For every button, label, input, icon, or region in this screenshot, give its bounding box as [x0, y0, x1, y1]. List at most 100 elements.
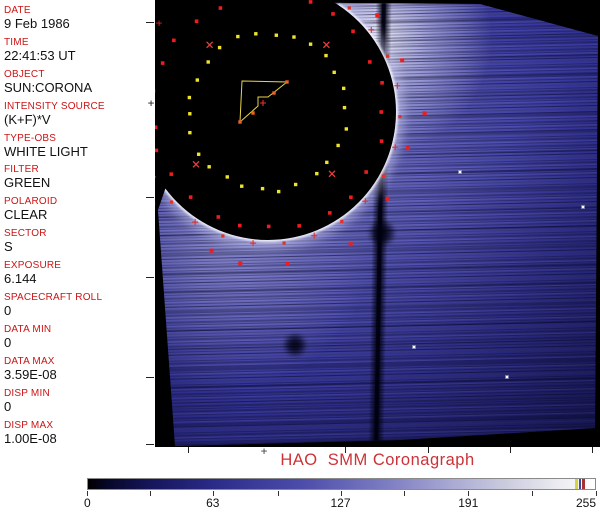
rim-dot-mark: [381, 174, 386, 178]
colorbar-tick: [532, 491, 534, 496]
red-ring-dot: [266, 224, 271, 229]
yellow-ring-dot: [236, 34, 240, 39]
red-ring-dot: [331, 12, 335, 16]
sidebar-entry: OBJECT SUN:CORONA: [0, 68, 155, 100]
colorbar-stripe: [581, 479, 585, 489]
yellow-ring-dot: [206, 60, 210, 64]
yellow-ring-dot: [293, 182, 298, 187]
yellow-ring-dot: [207, 165, 211, 169]
field-value: GREEN: [4, 175, 51, 191]
outer-scatter-red-dot: [285, 261, 290, 266]
field-value: WHITE LIGHT: [4, 143, 88, 159]
rim-dot-mark: [169, 200, 174, 204]
yellow-ring-dot: [254, 32, 258, 36]
colorbar-tick: [277, 491, 279, 496]
field-value: 3.59E-08: [4, 366, 57, 382]
outer-scatter-red-dot: [375, 13, 380, 18]
field-value: 6.144: [4, 271, 37, 287]
yellow-ring-dot: [274, 33, 279, 37]
axis-tick: [146, 22, 154, 23]
field-label: TIME: [4, 36, 29, 48]
yellow-ring-dot: [315, 171, 319, 176]
pointer-vertex-dot: [238, 120, 242, 124]
rim-dot-mark: [347, 6, 351, 10]
yellow-ring-dot: [240, 184, 244, 188]
image-panel: [155, 0, 600, 447]
red-ring-dot: [155, 148, 159, 153]
rim-dot-mark: [282, 241, 286, 245]
yellow-ring-dot: [188, 130, 192, 135]
colorbar: [87, 478, 596, 490]
red-ring-dot: [172, 38, 176, 43]
red-ring-dot: [188, 195, 193, 199]
field-value: CLEAR: [4, 207, 48, 223]
red-ring-dot: [364, 170, 368, 174]
field-label: SPACECRAFT ROLL: [4, 292, 103, 304]
field-label: SECTOR: [4, 228, 47, 240]
yellow-ring-dot: [276, 189, 281, 194]
field-label: OBJECT: [4, 68, 45, 80]
field-value: 0: [4, 334, 12, 350]
outer-scatter-red-dot: [422, 111, 427, 116]
rim-dot-mark: [221, 234, 225, 238]
field-label: TYPE-OBS: [4, 132, 57, 144]
yellow-ring-dot: [336, 143, 340, 148]
colorbar-stripe: [575, 479, 579, 489]
outer-scatter-red-dot: [238, 261, 243, 266]
field-value: 0: [4, 303, 12, 319]
outer-scatter-red-dot: [406, 146, 411, 151]
pointer-vertex-dot: [285, 80, 289, 84]
colorbar-label: 191: [458, 496, 479, 510]
sidebar-entry: SECTOR S: [0, 227, 155, 259]
colorbar-tick: [404, 491, 406, 496]
outer-scatter-red-dot: [209, 248, 214, 253]
pointer-vertex-dot: [272, 91, 276, 95]
yellow-ring-dot: [292, 35, 296, 39]
yellow-ring-dot: [332, 70, 336, 75]
red-ring-dot: [218, 6, 223, 10]
yellow-ring-dot: [344, 127, 349, 131]
axis-tick: [146, 277, 154, 278]
fiducial-plus-mark: +: [147, 96, 155, 110]
field-value: S: [4, 239, 13, 255]
sidebar-entry: POLAROID CLEAR: [0, 195, 155, 227]
red-ring-dot: [194, 19, 199, 24]
red-ring-dot: [297, 224, 301, 228]
yellow-ring-dot: [325, 160, 329, 165]
app-window: { "window": {"width": 600, "height": 512…: [0, 0, 600, 512]
sidebar-entry: FILTER GREEN: [0, 163, 155, 195]
sidebar-entry: DISP MIN 0: [0, 387, 155, 419]
metadata-sidebar: DATE 9 Feb 1986 TIME 22:41:53 UT OBJECT SUN:C…: [0, 0, 155, 455]
field-label: DATA MIN: [4, 323, 52, 335]
red-ring-dot: [160, 61, 165, 65]
rim-dot-mark: [398, 115, 402, 119]
yellow-ring-dot: [196, 152, 201, 156]
red-ring-dot: [308, 0, 313, 4]
yellow-ring-dot: [324, 53, 328, 58]
red-ring-dot: [169, 172, 174, 176]
sidebar-entry: DISP MAX 1.00E-08: [0, 419, 155, 451]
red-ring-dot: [349, 195, 353, 200]
field-label: INTENSITY SOURCE: [4, 100, 105, 112]
sidebar-entry: TIME 22:41:53 UT: [0, 36, 155, 68]
red-ring-dot: [379, 139, 384, 143]
field-value: SUN:CORONA: [4, 79, 93, 95]
red-ring-dot: [379, 110, 384, 114]
colorbar-label: 63: [206, 496, 220, 510]
colorbar-label: 127: [330, 496, 351, 510]
fiducial-plus-mark: +: [155, 16, 163, 30]
yellow-ring-dot: [342, 86, 346, 91]
colorbar-tick: [149, 491, 151, 496]
colorbar-label: 255: [575, 496, 596, 510]
red-ring-dot: [237, 223, 242, 228]
field-label: DATA MAX: [4, 355, 55, 367]
yellow-ring-dot: [225, 175, 229, 179]
yellow-ring-dot: [260, 186, 265, 191]
outer-scatter-red-dot: [400, 58, 405, 63]
image-title: HAO SMM Coronagraph: [280, 451, 475, 469]
red-ring-dot: [155, 125, 158, 130]
field-value: 22:41:53 UT: [4, 47, 76, 63]
colorbar-label: 0: [84, 496, 91, 510]
yellow-ring-dot: [308, 42, 313, 46]
axis-tick: [146, 377, 154, 378]
